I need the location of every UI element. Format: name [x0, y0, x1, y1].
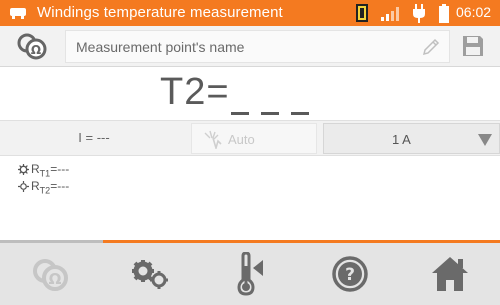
readings-list: RT1=--- RT2=--- [18, 162, 69, 196]
measurement-point-name-field[interactable]: Measurement point's name [65, 30, 450, 63]
pencil-icon[interactable] [421, 37, 441, 57]
auto-label: Auto [228, 132, 255, 147]
help-icon: ? [332, 256, 368, 292]
meas-mode-icon[interactable]: Ω [15, 31, 49, 61]
reading-rt1-base: R [31, 162, 40, 176]
window-title: Windings temperature measurement [37, 4, 283, 21]
sun-icon [18, 181, 29, 192]
home-icon [432, 257, 468, 291]
app-icon [10, 8, 26, 19]
temperature-button[interactable] [200, 243, 300, 305]
thermometer-icon [237, 252, 263, 296]
reading-rt2-base: R [31, 179, 40, 193]
help-button[interactable]: ? [300, 243, 400, 305]
signal-icon [381, 7, 399, 21]
save-icon[interactable] [461, 34, 485, 58]
reading-rt1-sub: T1 [39, 168, 51, 179]
reading-rt2-sub: T2 [39, 185, 51, 196]
svg-text:Ω: Ω [49, 270, 62, 288]
measurement-button[interactable]: Ω [0, 243, 100, 305]
cog-icon [18, 164, 29, 175]
power-plug-icon [413, 4, 425, 23]
status-bar: Windings temperature measurement 06:02 [0, 0, 500, 26]
result-display: T2= [0, 68, 500, 120]
reading-rt2-value: =--- [50, 179, 70, 193]
bottom-toolbar: Ω ? [0, 243, 500, 305]
svg-text:?: ? [345, 265, 355, 285]
reading-rt1-value: =--- [50, 162, 70, 176]
current-range-value: 1 A [392, 132, 411, 147]
settings-icon [132, 260, 168, 289]
settings-button[interactable] [100, 243, 200, 305]
home-button[interactable] [400, 243, 500, 305]
sd-card-icon [356, 4, 368, 22]
clock: 06:02 [456, 4, 492, 20]
svg-text:Ω: Ω [31, 43, 41, 57]
reading-rt1: RT1=--- [18, 162, 69, 179]
reading-rt2: RT2=--- [18, 179, 69, 196]
auto-mode-icon [204, 130, 222, 149]
main-result-label: T2= [160, 71, 230, 113]
parameter-row: I = --- Auto 1 A [0, 120, 500, 156]
chevron-down-icon [478, 134, 492, 146]
auto-button: Auto [191, 123, 317, 154]
current-readout: I = --- [78, 130, 110, 145]
measurement-point-name-label: Measurement point's name [76, 39, 245, 55]
measurement-icon: Ω [33, 259, 68, 291]
current-range-select[interactable]: 1 A [323, 123, 500, 154]
measurement-point-row: Ω Measurement point's name [0, 26, 500, 67]
battery-icon [439, 4, 449, 23]
